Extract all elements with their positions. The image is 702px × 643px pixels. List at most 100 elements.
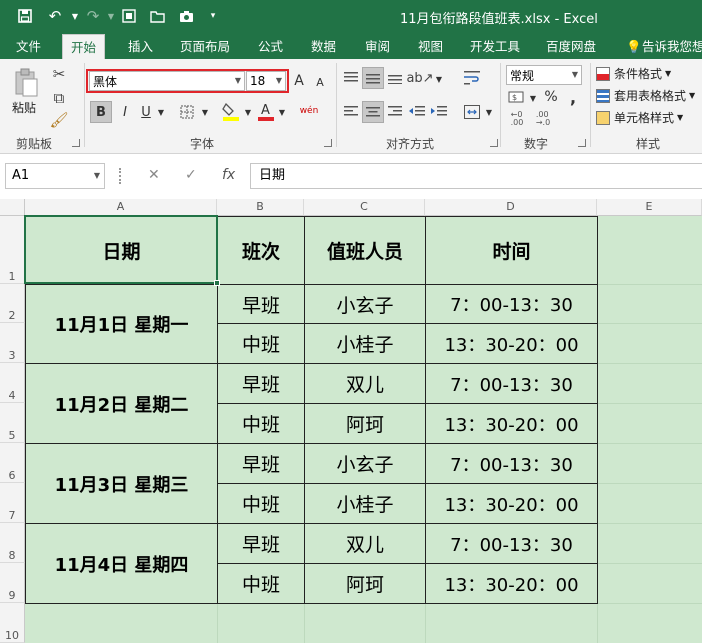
insert-function-button[interactable]: fx <box>222 163 235 189</box>
undo-icon[interactable]: ↶ <box>44 6 66 26</box>
column-header-e[interactable]: E <box>597 199 702 216</box>
shift-cell[interactable]: 中班 <box>217 563 305 604</box>
grow-font-button[interactable]: A <box>290 71 308 91</box>
merge-dropdown-icon[interactable]: ▼ <box>484 104 494 120</box>
camera-icon[interactable] <box>175 6 197 26</box>
header-time[interactable]: 时间 <box>425 216 598 285</box>
row-header-9[interactable]: 9 <box>0 563 25 603</box>
header-staff[interactable]: 值班人员 <box>304 216 426 285</box>
time-cell[interactable]: 13：30-20：00 <box>425 403 598 444</box>
staff-cell[interactable]: 双儿 <box>304 363 426 404</box>
date-cell[interactable]: 11月2日 星期二 <box>25 363 218 444</box>
time-cell[interactable]: 13：30-20：00 <box>425 563 598 604</box>
save-icon[interactable] <box>14 6 36 26</box>
shrink-font-button[interactable]: A <box>312 73 328 91</box>
row-header-2[interactable]: 2 <box>0 284 25 323</box>
form-icon[interactable] <box>118 6 140 26</box>
staff-cell[interactable]: 小桂子 <box>304 323 426 364</box>
staff-cell[interactable]: 阿珂 <box>304 403 426 444</box>
row-header-1[interactable]: 1 <box>0 216 25 284</box>
drag-handle-icon[interactable] <box>119 168 122 184</box>
orientation-dropdown-icon[interactable]: ▼ <box>434 71 444 87</box>
column-header-c[interactable]: C <box>304 199 425 216</box>
conditional-formatting-button[interactable]: 条件格式 ▼ <box>596 65 671 82</box>
date-cell[interactable]: 11月4日 星期四 <box>25 523 218 604</box>
tab-page-layout[interactable]: 页面布局 <box>172 34 238 59</box>
staff-cell[interactable]: 阿珂 <box>304 563 426 604</box>
shift-cell[interactable]: 中班 <box>217 483 305 524</box>
column-header-a[interactable]: A <box>25 199 217 216</box>
tab-home[interactable]: 开始 <box>62 34 106 59</box>
time-cell[interactable]: 7：00-13：30 <box>425 363 598 404</box>
underline-dropdown-icon[interactable]: ▼ <box>156 104 166 120</box>
format-as-table-button[interactable]: 套用表格格式 ▼ <box>596 87 695 104</box>
date-cell[interactable]: 11月3日 星期三 <box>25 443 218 524</box>
italic-button[interactable]: I <box>116 101 134 123</box>
time-cell[interactable]: 7：00-13：30 <box>425 443 598 484</box>
row-header-5[interactable]: 5 <box>0 403 25 443</box>
number-format-combo[interactable]: 常规 ▼ <box>506 65 582 85</box>
cell-styles-button[interactable]: 单元格样式 ▼ <box>596 109 683 126</box>
date-cell[interactable]: 11月1日 星期一 <box>25 284 218 364</box>
paste-button[interactable]: 粘贴 <box>12 99 36 116</box>
copy-icon[interactable]: ⧉ <box>50 89 68 107</box>
time-cell[interactable]: 13：30-20：00 <box>425 323 598 364</box>
decrease-indent-icon[interactable] <box>408 103 426 121</box>
increase-decimal-icon[interactable]: ←0.00 <box>506 109 528 129</box>
row-header-10[interactable]: 10 <box>0 603 25 643</box>
shift-cell[interactable]: 早班 <box>217 523 305 564</box>
bold-button[interactable]: B <box>90 101 112 123</box>
align-center-icon[interactable] <box>362 101 384 123</box>
number-launcher-icon[interactable] <box>578 139 586 147</box>
align-bottom-icon[interactable] <box>386 69 404 87</box>
fill-handle[interactable] <box>214 280 220 286</box>
formula-input[interactable]: 日期 <box>250 163 702 189</box>
tab-formulas[interactable]: 公式 <box>250 34 291 59</box>
staff-cell[interactable]: 双儿 <box>304 523 426 564</box>
align-right-icon[interactable] <box>386 103 404 121</box>
borders-icon[interactable] <box>176 101 198 123</box>
shift-cell[interactable]: 早班 <box>217 363 305 404</box>
decrease-decimal-icon[interactable]: .00 →.0 <box>532 109 554 129</box>
tab-tell-me[interactable]: 💡 告诉我您想 <box>618 34 702 59</box>
folder-icon[interactable] <box>146 6 168 26</box>
comma-style-button[interactable]: , <box>564 87 582 107</box>
row-header-3[interactable]: 3 <box>0 323 25 363</box>
customize-qat-icon[interactable]: ▾ <box>202 6 224 26</box>
tab-data[interactable]: 数据 <box>303 34 344 59</box>
wrap-text-icon[interactable] <box>462 69 482 87</box>
tab-review[interactable]: 审阅 <box>357 34 398 59</box>
staff-cell[interactable]: 小玄子 <box>304 284 426 324</box>
underline-button[interactable]: U <box>137 101 155 123</box>
enter-icon[interactable]: ✓ <box>185 163 197 189</box>
header-shift[interactable]: 班次 <box>217 216 305 285</box>
fill-color-icon[interactable] <box>220 99 242 123</box>
shift-cell[interactable]: 早班 <box>217 284 305 324</box>
time-cell[interactable]: 7：00-13：30 <box>425 523 598 564</box>
shift-cell[interactable]: 早班 <box>217 443 305 484</box>
paste-icon[interactable] <box>10 67 42 99</box>
align-left-icon[interactable] <box>342 103 360 121</box>
accounting-format-icon[interactable]: $ <box>506 87 528 107</box>
row-header-7[interactable]: 7 <box>0 483 25 523</box>
tab-view[interactable]: 视图 <box>410 34 451 59</box>
row-header-8[interactable]: 8 <box>0 523 25 563</box>
shift-cell[interactable]: 中班 <box>217 323 305 364</box>
align-middle-icon[interactable] <box>362 67 384 89</box>
time-cell[interactable]: 7：00-13：30 <box>425 284 598 324</box>
staff-cell[interactable]: 小桂子 <box>304 483 426 524</box>
merge-center-icon[interactable] <box>462 101 482 123</box>
accounting-dropdown-icon[interactable]: ▼ <box>528 90 538 106</box>
name-box[interactable]: A1 ▼ <box>5 163 105 189</box>
phonetic-guide-button[interactable]: wén <box>298 99 320 123</box>
increase-indent-icon[interactable] <box>430 103 448 121</box>
row-header-6[interactable]: 6 <box>0 443 25 483</box>
cancel-icon[interactable]: ✕ <box>148 163 160 189</box>
orientation-icon[interactable]: ab↗ <box>406 69 433 87</box>
fill-color-dropdown-icon[interactable]: ▼ <box>243 104 253 120</box>
tab-insert[interactable]: 插入 <box>120 34 161 59</box>
alignment-launcher-icon[interactable] <box>490 139 498 147</box>
font-color-dropdown-icon[interactable]: ▼ <box>277 104 287 120</box>
percent-button[interactable]: % <box>542 87 560 107</box>
staff-cell[interactable]: 小玄子 <box>304 443 426 484</box>
